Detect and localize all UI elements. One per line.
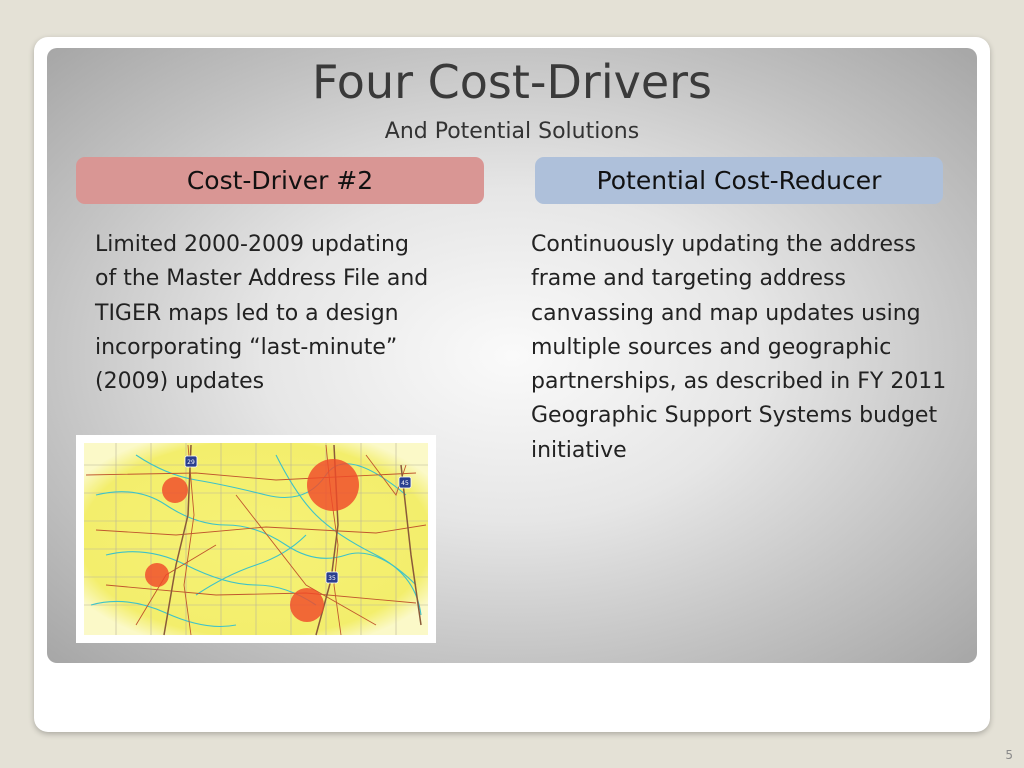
highlight-circle-medium <box>290 588 324 622</box>
cost-driver-text: Limited 2000-2009 updating of the Master… <box>95 232 429 395</box>
cost-reducer-text: Continuously updating the address frame … <box>531 232 947 463</box>
svg-text:45: 45 <box>401 480 409 487</box>
svg-text:35: 35 <box>328 575 336 582</box>
page-number: 5 <box>1005 748 1013 762</box>
interstate-shield-icon: 29 <box>184 455 198 468</box>
map-image: 29 45 35 <box>76 435 436 643</box>
slide-title: Four Cost-Drivers <box>311 55 713 109</box>
interstate-shield-icon: 45 <box>398 476 412 489</box>
highlight-circle-large <box>307 459 359 511</box>
svg-text:29: 29 <box>187 459 195 466</box>
cost-reducer-header: Potential Cost-Reducer <box>535 157 943 204</box>
cost-driver-header: Cost-Driver #2 <box>76 157 484 204</box>
highlight-circle-small <box>145 563 169 587</box>
highlight-circle-small <box>162 477 188 503</box>
interstate-shield-icon: 35 <box>325 571 339 584</box>
map-graphic: 29 45 35 <box>84 443 428 636</box>
slide-subtitle: And Potential Solutions <box>384 119 640 144</box>
